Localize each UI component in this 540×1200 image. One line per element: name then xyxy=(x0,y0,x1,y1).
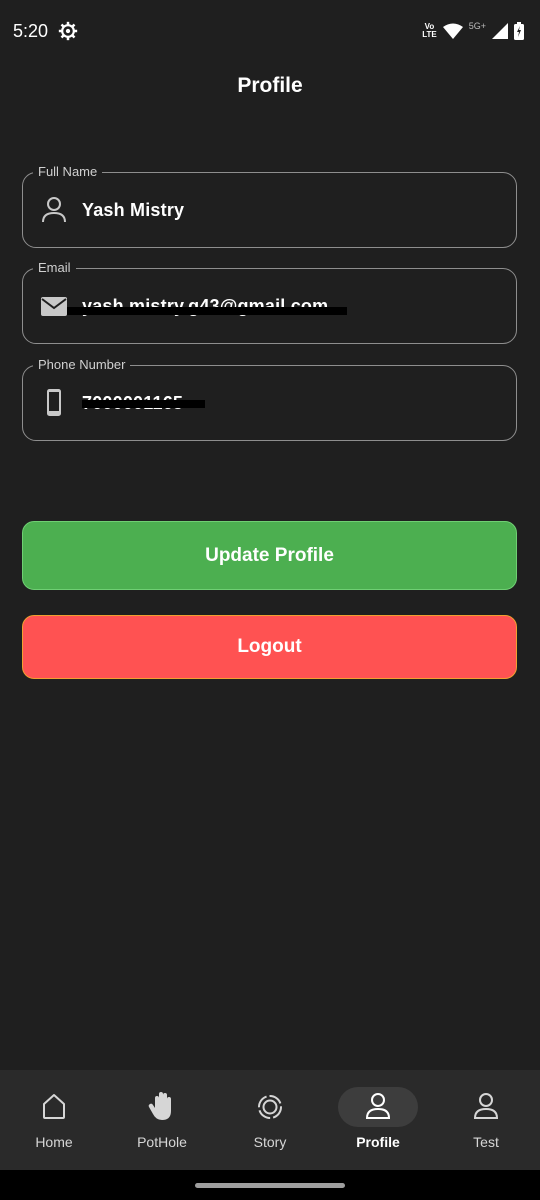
update-profile-button[interactable]: Update Profile xyxy=(22,521,517,590)
nav-item-home[interactable]: Home xyxy=(0,1070,108,1170)
network-type: 5G+ xyxy=(468,21,486,31)
full-name-label: Full Name xyxy=(33,164,103,179)
person-icon xyxy=(42,197,66,223)
person-icon xyxy=(473,1093,499,1119)
person-icon xyxy=(365,1093,391,1119)
full-name-value: Yash Mistry xyxy=(82,200,185,220)
phone-field[interactable]: Phone Number 7000001165 xyxy=(22,357,517,441)
status-time: 5:20 xyxy=(13,21,49,41)
battery-icon xyxy=(514,22,524,40)
volte-indicator: Vo LTE xyxy=(422,22,437,39)
signal-icon xyxy=(492,23,508,39)
nav-label: Test xyxy=(473,1134,499,1150)
nav-label: Profile xyxy=(356,1134,400,1150)
nav-item-test[interactable]: Test xyxy=(432,1070,540,1170)
phone-label: Phone Number xyxy=(33,357,131,372)
page-title: Profile xyxy=(237,74,303,97)
nav-label: Home xyxy=(35,1134,73,1150)
gesture-area xyxy=(0,1170,540,1200)
status-bar: 5:20 Vo LTE 5G+ xyxy=(0,0,540,62)
gesture-handle[interactable] xyxy=(195,1183,345,1188)
full-name-field[interactable]: Full Name Yash Mistry xyxy=(22,164,517,248)
nav-item-story[interactable]: Story xyxy=(216,1070,324,1170)
redaction-bar xyxy=(82,400,205,408)
phone-icon xyxy=(47,389,61,416)
nav-item-profile[interactable]: Profile xyxy=(324,1070,432,1170)
wifi-icon xyxy=(442,23,463,39)
logout-button[interactable]: Logout xyxy=(22,615,517,679)
redaction-bar xyxy=(67,307,347,315)
mail-icon xyxy=(41,297,67,316)
settings-gear-icon xyxy=(58,21,78,41)
home-icon xyxy=(43,1094,65,1119)
nav-label: PotHole xyxy=(137,1134,187,1150)
nav-label: Story xyxy=(253,1134,287,1150)
nav-item-pothole[interactable]: PotHole xyxy=(108,1070,216,1170)
email-label: Email xyxy=(33,260,76,275)
hand-icon xyxy=(148,1092,171,1120)
status-icons: Vo LTE 5G+ xyxy=(422,20,524,42)
bottom-navigation: Home PotHole Story Profile Test xyxy=(0,1070,540,1170)
email-field[interactable]: Email yash.mistry.g43@gmail.com xyxy=(22,260,517,344)
story-icon xyxy=(258,1095,282,1119)
